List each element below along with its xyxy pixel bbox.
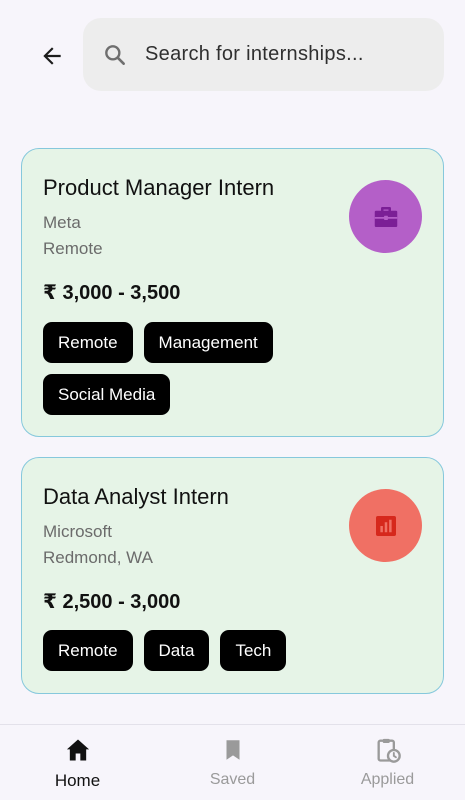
search-input[interactable]: [145, 43, 425, 66]
search-icon: [101, 41, 129, 69]
home-icon: [64, 736, 92, 764]
tag-chip[interactable]: Management: [143, 322, 273, 363]
location-text: Remote: [43, 239, 103, 258]
tag-chip[interactable]: Data: [143, 630, 210, 671]
nav-home[interactable]: Home: [0, 725, 155, 800]
tag-list: Remote Management Social Media: [43, 322, 343, 415]
location-text: Redmond, WA: [43, 548, 153, 567]
category-badge: [349, 180, 422, 253]
internship-card[interactable]: Product Manager Intern Meta Remote ₹ 3,0…: [21, 148, 444, 437]
internship-title: Product Manager Intern: [43, 175, 275, 200]
nav-applied[interactable]: Applied: [310, 725, 465, 800]
bottom-navigation: Home Saved Applied: [0, 724, 465, 800]
company-name: Microsoft: [43, 522, 112, 541]
search-bar[interactable]: [83, 18, 444, 91]
back-button[interactable]: [30, 36, 74, 76]
company-name: Meta: [43, 213, 81, 232]
clipboard-clock-icon: [374, 736, 402, 764]
tag-chip[interactable]: Remote: [43, 322, 133, 363]
back-arrow-icon: [43, 47, 61, 65]
internship-card[interactable]: Data Analyst Intern Microsoft Redmond, W…: [21, 457, 444, 694]
bar-chart-icon: [375, 515, 396, 536]
stipend-text: ₹ 3,000 - 3,500: [43, 282, 181, 304]
internship-search-screen: Product Manager Intern Meta Remote ₹ 3,0…: [0, 0, 465, 800]
stipend-text: ₹ 2,500 - 3,000: [43, 591, 181, 613]
nav-label: Saved: [209, 771, 256, 788]
tag-chip[interactable]: Tech: [220, 630, 287, 671]
internship-title: Data Analyst Intern: [43, 484, 229, 509]
nav-label: Applied: [360, 771, 415, 788]
bookmark-icon: [219, 736, 247, 764]
nav-saved[interactable]: Saved: [155, 725, 310, 800]
tag-chip[interactable]: Social Media: [43, 374, 171, 415]
tag-list: Remote Data Tech: [43, 630, 423, 671]
top-bar: [0, 18, 465, 92]
briefcase-icon: [374, 206, 397, 227]
tag-chip[interactable]: Remote: [43, 630, 133, 671]
nav-label: Home: [54, 771, 101, 790]
category-badge: [349, 489, 422, 562]
